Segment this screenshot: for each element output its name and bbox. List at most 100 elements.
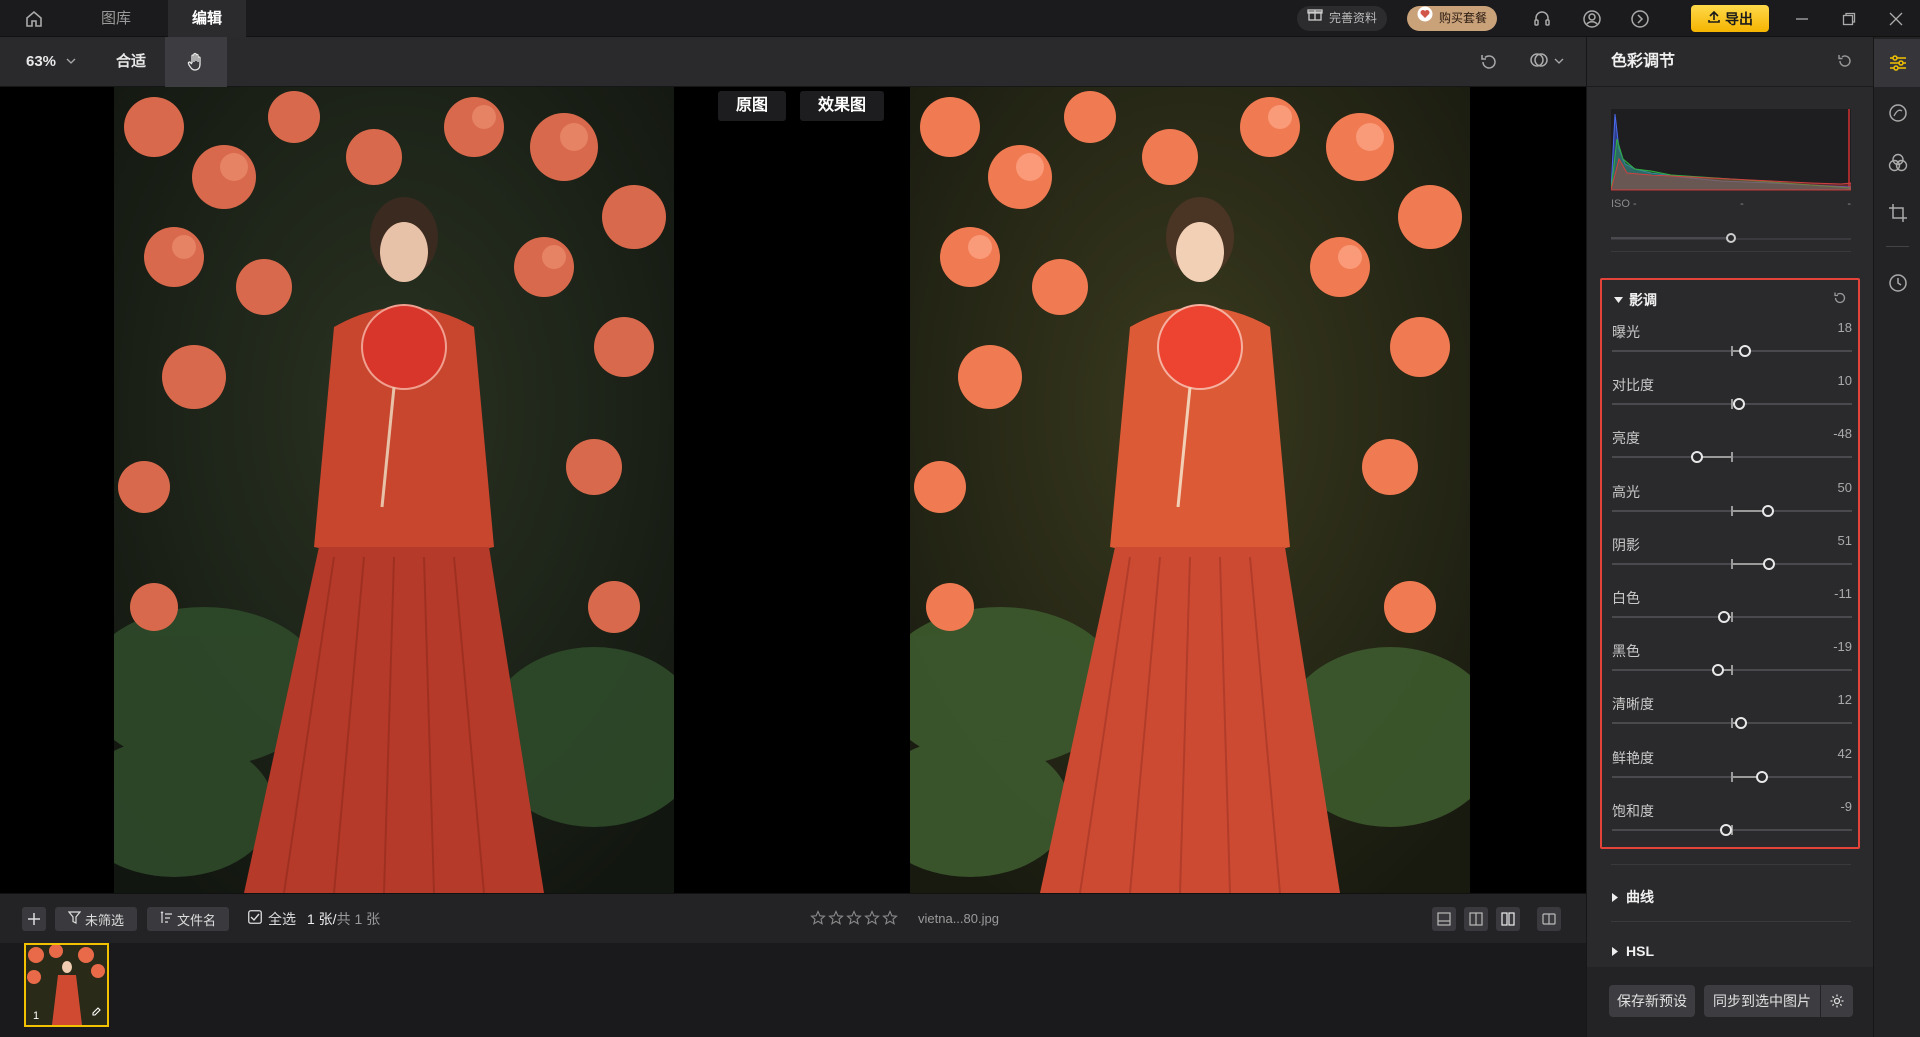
complete-profile-button[interactable]: 完善资料 (1297, 6, 1388, 31)
iso-mid: - (1740, 198, 1744, 210)
slider-value[interactable]: -9 (1840, 799, 1852, 814)
single-view-icon[interactable] (1537, 907, 1561, 931)
buy-plan-button[interactable]: 购买套餐 (1407, 6, 1498, 31)
home-icon[interactable] (20, 8, 48, 30)
slider-value[interactable]: 12 (1838, 692, 1852, 707)
close-icon[interactable] (1883, 6, 1909, 32)
sort-button[interactable]: 文件名 (147, 907, 229, 931)
slider-label: 亮度 (1612, 430, 1640, 447)
curve-section[interactable]: 曲线 (1611, 887, 1851, 907)
partial-slider-knob[interactable] (1726, 233, 1736, 243)
star-icon[interactable] (864, 910, 880, 926)
reset-icon[interactable] (1474, 47, 1504, 77)
slider-value[interactable]: -11 (1834, 586, 1852, 601)
star-icon[interactable] (846, 910, 862, 926)
slider-4[interactable]: 阴影 51 (1612, 533, 1852, 579)
slider-value[interactable]: 10 (1838, 373, 1852, 388)
adjust-panel: 色彩调节 ISO - - - 影调 曝光 18 对比度 10 亮度 -48 高光… (1586, 37, 1874, 1037)
divider (1611, 921, 1851, 922)
slider-label: 白色 (1612, 590, 1640, 606)
slider-value[interactable]: 51 (1838, 533, 1852, 548)
crop-icon[interactable] (1874, 189, 1920, 237)
iso-label: ISO - (1611, 198, 1637, 210)
slider-7[interactable]: 清晰度 12 (1612, 692, 1852, 738)
filter-icon (67, 911, 82, 927)
slider-value[interactable]: 18 (1838, 320, 1852, 335)
slider-label: 曝光 (1612, 324, 1640, 340)
add-icon[interactable] (22, 907, 46, 931)
hsl-title: HSL (1626, 943, 1654, 959)
slider-2[interactable]: 亮度 -48 (1612, 426, 1852, 472)
tool-rail (1873, 37, 1920, 1037)
fit-button[interactable]: 合适 (116, 37, 146, 87)
slider-knob[interactable] (1718, 611, 1731, 623)
panel-reset-icon[interactable] (1836, 52, 1854, 75)
star-icon[interactable] (810, 910, 826, 926)
slider-knob[interactable] (1734, 717, 1747, 730)
minimize-icon[interactable] (1789, 6, 1815, 32)
slider-knob[interactable] (1733, 398, 1746, 411)
histogram (1610, 109, 1852, 191)
slider-3[interactable]: 高光 50 (1612, 480, 1852, 526)
slider-6[interactable]: 黑色 -19 (1612, 639, 1852, 685)
slider-center-mark (1731, 452, 1733, 463)
thumbnail[interactable]: 1 (24, 943, 109, 1027)
select-all-checkbox[interactable]: 全选 (248, 894, 296, 944)
save-preset-button[interactable]: 保存新预设 (1609, 985, 1695, 1017)
tab-library[interactable]: 图库 (82, 0, 150, 37)
slider-knob[interactable] (1691, 451, 1704, 464)
tone-title: 影调 (1629, 292, 1657, 308)
slider-8[interactable]: 鲜艳度 42 (1612, 746, 1852, 792)
slider-value[interactable]: -48 (1833, 426, 1852, 441)
photo-canvas[interactable]: 原图 效果图 (0, 87, 1586, 893)
star-icon[interactable] (882, 910, 898, 926)
slider-1[interactable]: 对比度 10 (1612, 373, 1852, 419)
sync-button[interactable]: 同步到选中图片 (1704, 985, 1820, 1017)
slider-knob[interactable] (1762, 504, 1774, 517)
export-button[interactable]: 导出 (1691, 5, 1769, 32)
sort-icon (160, 911, 173, 927)
compare-dropdown[interactable] (1523, 47, 1569, 77)
filmstrip: 1 (0, 943, 1586, 1037)
adjust-sliders-icon[interactable] (1874, 39, 1920, 87)
slider-0[interactable]: 曝光 18 (1612, 320, 1852, 366)
sync-settings-icon[interactable] (1821, 985, 1853, 1017)
caret-right-icon (1611, 943, 1620, 959)
slider-value[interactable]: -19 (1833, 639, 1852, 654)
tone-header[interactable]: 影调 (1614, 290, 1657, 310)
slider-value[interactable]: 42 (1838, 746, 1852, 761)
sort-label: 文件名 (176, 912, 216, 928)
title-bar: 图库 编辑 完善资料 购买套餐 导出 (0, 0, 1920, 37)
hand-tool-icon[interactable] (165, 37, 227, 87)
slider-label: 阴影 (1612, 536, 1640, 553)
select-all-label: 全选 (268, 911, 296, 927)
slider-knob[interactable] (1756, 770, 1769, 783)
share-out-icon[interactable] (1628, 7, 1652, 31)
hsl-section[interactable]: HSL (1611, 943, 1851, 959)
tone-reset-icon[interactable] (1832, 290, 1848, 311)
slider-knob[interactable] (1762, 557, 1775, 570)
slider-5[interactable]: 白色 -11 (1612, 586, 1852, 632)
slider-knob[interactable] (1712, 664, 1725, 677)
toolbar: 63% 合适 (0, 37, 1586, 87)
slider-value[interactable]: 50 (1838, 480, 1852, 495)
slider-9[interactable]: 饱和度 -9 (1612, 799, 1852, 845)
rating-stars[interactable] (810, 910, 898, 926)
slider-knob[interactable] (1738, 345, 1751, 357)
history-icon[interactable] (1874, 259, 1920, 307)
filmstrip-view-icon[interactable] (1432, 907, 1456, 931)
side-by-side-icon[interactable] (1496, 907, 1520, 931)
star-icon[interactable] (828, 910, 844, 926)
retouch-icon[interactable] (1874, 89, 1920, 137)
export-label: 导出 (1725, 10, 1753, 27)
split-view-icon[interactable] (1464, 907, 1488, 931)
restore-icon[interactable] (1836, 6, 1862, 32)
user-icon[interactable] (1580, 7, 1604, 31)
tab-edit[interactable]: 编辑 (168, 0, 246, 37)
filter-effects-icon[interactable] (1874, 139, 1920, 187)
filter-button[interactable]: 未筛选 (55, 907, 137, 931)
heart-icon (1417, 6, 1433, 31)
zoom-dropdown[interactable]: 63% (26, 37, 76, 87)
slider-knob[interactable] (1719, 823, 1732, 836)
headset-icon[interactable] (1530, 7, 1554, 31)
